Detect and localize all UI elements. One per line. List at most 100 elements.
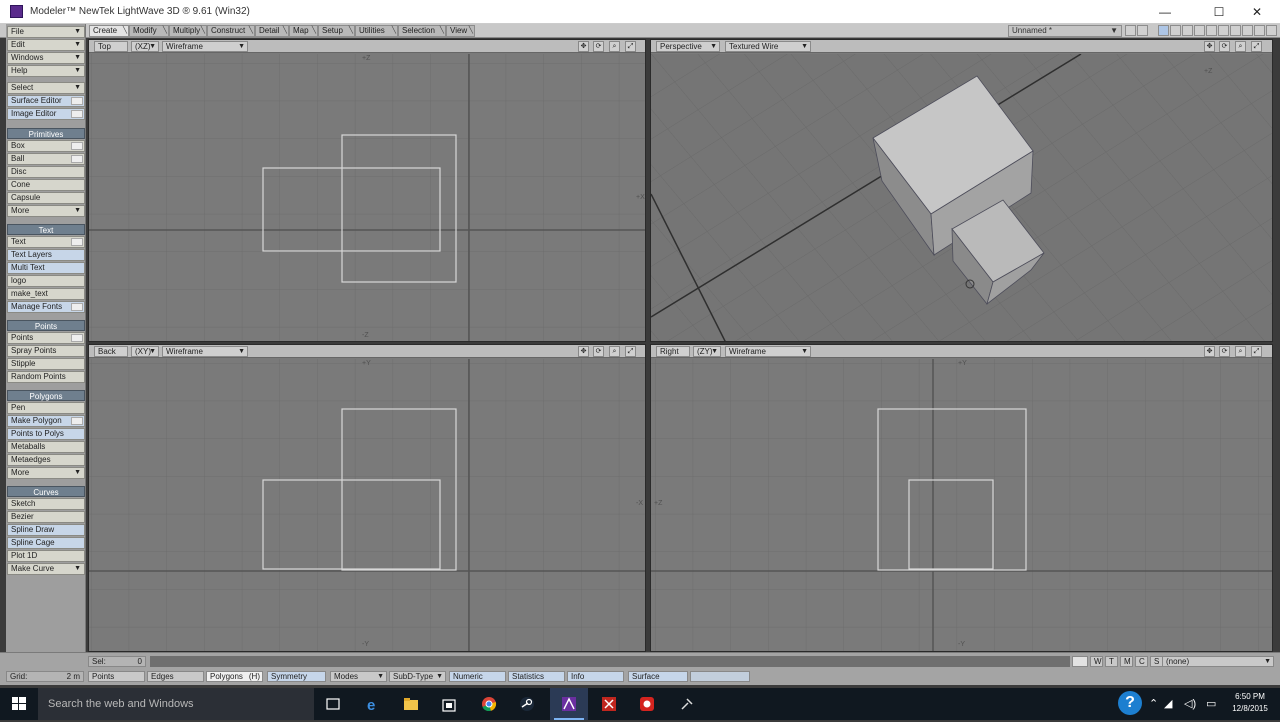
steam-button[interactable] xyxy=(508,688,546,720)
task-view-button[interactable] xyxy=(314,688,352,720)
tool-ball[interactable]: Ball xyxy=(7,153,85,165)
render-mode-select[interactable]: Wireframe ▼ xyxy=(162,41,248,52)
tool-make-polygon[interactable]: Make Polygon xyxy=(7,415,85,427)
tab-detail[interactable]: Detail ╲ xyxy=(255,25,289,37)
tool-plot-1d[interactable]: Plot 1D xyxy=(7,550,85,562)
viewport-top[interactable]: Top (XZ) ▼ Wireframe ▼ ✥ ⟳ ⌕ ⤢ +Z -Z +X xyxy=(88,39,646,342)
view-type-select[interactable]: Perspective ▼ xyxy=(656,41,720,52)
tab-create[interactable]: Create ╲ xyxy=(89,25,129,37)
view-type-select[interactable]: Back xyxy=(94,346,128,357)
taskbar-search[interactable]: Search the web and Windows xyxy=(38,688,314,720)
tool-cone[interactable]: Cone xyxy=(7,179,85,191)
zoom-icon[interactable]: ⌕ xyxy=(609,41,620,52)
move-view-icon[interactable]: ✥ xyxy=(578,41,589,52)
app-button-red[interactable] xyxy=(590,688,628,720)
edit-menu[interactable]: Edit ▼ xyxy=(7,39,85,51)
viewport-perspective[interactable]: Perspective ▼ Textured Wire ▼ ✥ ⟳ ⌕ ⤢ +Z xyxy=(650,39,1273,342)
tool-spray-points[interactable]: Spray Points xyxy=(7,345,85,357)
tool-make-text[interactable]: make_text xyxy=(7,288,85,300)
primitives-more-menu[interactable]: More ▼ xyxy=(7,205,85,217)
polygons-mode-button[interactable]: Polygons (H) xyxy=(206,671,263,682)
axis-select[interactable]: (ZY) ▼ xyxy=(693,346,721,357)
render-mode-select[interactable]: Textured Wire ▼ xyxy=(725,41,811,52)
vmap-color-button[interactable]: C xyxy=(1135,656,1148,667)
info-button[interactable]: Info xyxy=(567,671,624,682)
layer-5-button[interactable] xyxy=(1206,25,1217,36)
vmap-texture-button[interactable]: T xyxy=(1105,656,1118,667)
tab-selection[interactable]: Selection ╲ xyxy=(398,25,446,37)
render-mode-select[interactable]: Wireframe ▼ xyxy=(162,346,248,357)
tool-logo[interactable]: logo xyxy=(7,275,85,287)
windows-menu[interactable]: Windows ▼ xyxy=(7,52,85,64)
tab-construct[interactable]: Construct ╲ xyxy=(207,25,255,37)
layer-4-button[interactable] xyxy=(1194,25,1205,36)
surface-button[interactable]: Surface xyxy=(628,671,688,682)
tool-pen[interactable]: Pen xyxy=(7,402,85,414)
move-view-icon[interactable]: ✥ xyxy=(578,346,589,357)
layer-3-button[interactable] xyxy=(1182,25,1193,36)
lightwave-modeler-button[interactable] xyxy=(550,688,588,720)
symmetry-toggle[interactable]: Symmetry xyxy=(267,671,326,682)
help-menu[interactable]: Help ▼ xyxy=(7,65,85,77)
network-icon[interactable]: ◢ xyxy=(1164,697,1172,710)
tool-sketch[interactable]: Sketch xyxy=(7,498,85,510)
edge-button[interactable]: e xyxy=(354,688,392,720)
select-menu[interactable]: Select ▼ xyxy=(7,82,85,94)
tool-bezier[interactable]: Bezier xyxy=(7,511,85,523)
move-view-icon[interactable]: ✥ xyxy=(1204,346,1215,357)
render-mode-select[interactable]: Wireframe ▼ xyxy=(725,346,811,357)
viewport-right[interactable]: Right (ZY) ▼ Wireframe ▼ ✥ ⟳ ⌕ ⤢ +Y -Y +Z xyxy=(650,344,1273,652)
minimize-button[interactable]: — xyxy=(1142,0,1188,24)
layer-10-button[interactable] xyxy=(1266,25,1277,36)
axis-select[interactable]: (XZ) ▼ xyxy=(131,41,159,52)
axis-select[interactable]: (XY) ▼ xyxy=(131,346,159,357)
layer-prev-button[interactable] xyxy=(1125,25,1136,36)
rotate-view-icon[interactable]: ⟳ xyxy=(1219,41,1230,52)
zoom-icon[interactable]: ⌕ xyxy=(1235,346,1246,357)
tool-points-to-polys[interactable]: Points to Polys xyxy=(7,428,85,440)
tool-points[interactable]: Points xyxy=(7,332,85,344)
file-explorer-button[interactable] xyxy=(392,688,430,720)
tab-multiply[interactable]: Multiply ╲ xyxy=(169,25,207,37)
tool-capsule[interactable]: Capsule xyxy=(7,192,85,204)
layer-7-button[interactable] xyxy=(1230,25,1241,36)
image-editor-button[interactable]: Image Editor xyxy=(7,108,85,120)
tab-setup[interactable]: Setup ╲ xyxy=(318,25,355,37)
clock[interactable]: 6:50 PM 12/8/2015 xyxy=(1224,691,1276,715)
view-type-select[interactable]: Right xyxy=(656,346,690,357)
maximize-viewport-icon[interactable]: ⤢ xyxy=(1251,346,1262,357)
zoom-icon[interactable]: ⌕ xyxy=(609,346,620,357)
tool-stipple[interactable]: Stipple xyxy=(7,358,85,370)
tool-spline-cage[interactable]: Spline Cage xyxy=(7,537,85,549)
record-button[interactable] xyxy=(628,688,666,720)
layer-2-button[interactable] xyxy=(1170,25,1181,36)
numeric-button[interactable]: Numeric xyxy=(449,671,506,682)
rotate-view-icon[interactable]: ⟳ xyxy=(593,346,604,357)
extra-button[interactable] xyxy=(690,671,750,682)
store-button[interactable] xyxy=(430,688,468,720)
statistics-button[interactable]: Statistics xyxy=(508,671,565,682)
tool-text-layers[interactable]: Text Layers xyxy=(7,249,85,261)
tab-modify[interactable]: Modify ╲ xyxy=(129,25,169,37)
points-mode-button[interactable]: Points xyxy=(88,671,145,682)
zoom-icon[interactable]: ⌕ xyxy=(1235,41,1246,52)
tab-view[interactable]: View ╲ xyxy=(446,25,475,37)
maximize-viewport-icon[interactable]: ⤢ xyxy=(625,346,636,357)
view-type-select[interactable]: Top xyxy=(94,41,128,52)
surface-editor-button[interactable]: Surface Editor xyxy=(7,95,85,107)
tool-multi-text[interactable]: Multi Text xyxy=(7,262,85,274)
layer-1-button[interactable] xyxy=(1158,25,1169,36)
subd-type-menu[interactable]: SubD-Type ▼ xyxy=(389,671,446,682)
maximize-viewport-icon[interactable]: ⤢ xyxy=(1251,41,1262,52)
maximize-viewport-icon[interactable]: ⤢ xyxy=(625,41,636,52)
volume-icon[interactable]: ◁) xyxy=(1184,697,1196,710)
app-button-tool[interactable] xyxy=(668,688,706,720)
tab-map[interactable]: Map ╲ xyxy=(289,25,318,37)
vmap-morph-button[interactable]: M xyxy=(1120,656,1133,667)
tool-manage-fonts[interactable]: Manage Fonts xyxy=(7,301,85,313)
help-icon[interactable]: ? xyxy=(1118,691,1142,715)
tab-utilities[interactable]: Utilities ╲ xyxy=(355,25,398,37)
tool-box[interactable]: Box xyxy=(7,140,85,152)
layer-next-button[interactable] xyxy=(1137,25,1148,36)
rotate-view-icon[interactable]: ⟳ xyxy=(593,41,604,52)
